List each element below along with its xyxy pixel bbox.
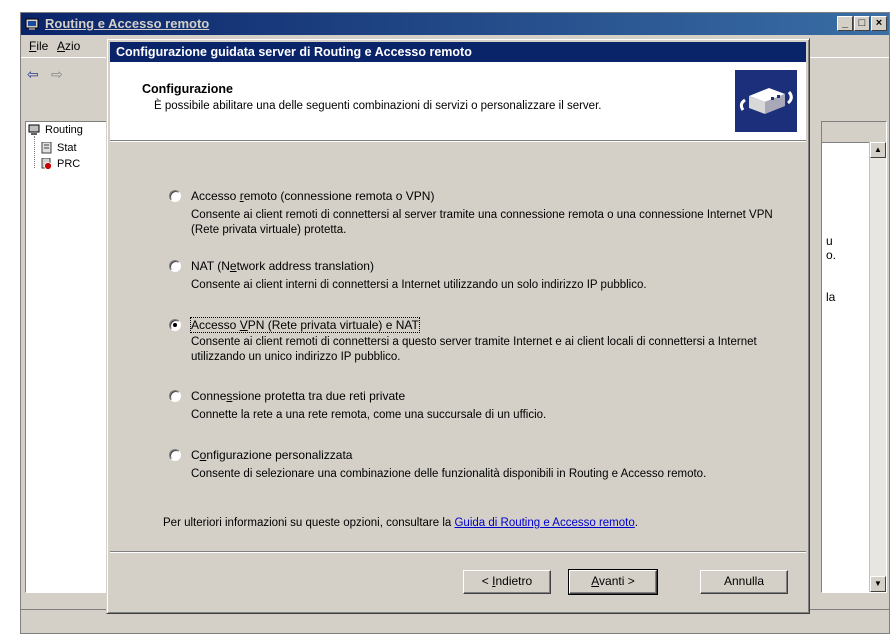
scroll-up-icon[interactable]: ▲ bbox=[870, 142, 886, 158]
vertical-scrollbar[interactable]: ▲ ▼ bbox=[869, 142, 886, 592]
option-description: Consente di selezionare una combinazione… bbox=[191, 468, 707, 480]
radio-selected-dot bbox=[173, 323, 177, 327]
option-description: Consente ai client remoti di connettersi… bbox=[191, 336, 757, 363]
forward-arrow-icon[interactable]: ⇨ bbox=[51, 66, 63, 83]
option-label[interactable]: Accesso remoto (connessione remota o VPN… bbox=[191, 189, 434, 203]
back-arrow-icon[interactable]: ⇦ bbox=[27, 66, 39, 83]
tree-item-server[interactable]: PRC bbox=[40, 158, 80, 170]
wizard-dialog: Configurazione guidata server di Routing… bbox=[106, 38, 810, 614]
radio-nat[interactable] bbox=[169, 260, 181, 272]
mmc-title-bar[interactable]: Routing e Accesso remoto _ □ × bbox=[21, 13, 889, 35]
details-header bbox=[822, 122, 886, 143]
routing-wizard-icon bbox=[735, 70, 797, 132]
server-down-icon bbox=[41, 158, 52, 170]
page-subtitle: È possibile abilitare una delle seguenti… bbox=[154, 100, 602, 112]
next-button[interactable]: Avanti > bbox=[568, 569, 658, 595]
radio-remote-access[interactable] bbox=[169, 190, 181, 202]
option-description: Connette la rete a una rete remota, come… bbox=[191, 409, 547, 421]
close-icon[interactable]: × bbox=[871, 16, 887, 31]
details-text-fragment: la bbox=[826, 290, 836, 304]
routing-console-icon bbox=[25, 18, 39, 30]
option-label[interactable]: Accesso VPN (Rete privata virtuale) e NA… bbox=[190, 317, 420, 333]
option-label[interactable]: Connessione protetta tra due reti privat… bbox=[191, 389, 405, 403]
tree-item-stato[interactable]: Stat bbox=[40, 142, 77, 154]
button-divider bbox=[110, 551, 806, 553]
menu-azione[interactable]: Azio bbox=[57, 39, 80, 53]
details-text-fragment: u bbox=[826, 234, 833, 248]
radio-custom-config[interactable] bbox=[169, 449, 181, 461]
option-description: Consente ai client remoti di connettersi… bbox=[191, 209, 773, 236]
page-title: Configurazione bbox=[142, 82, 233, 96]
server-computer-icon bbox=[28, 124, 40, 136]
menu-file[interactable]: File bbox=[29, 39, 48, 53]
option-description: Consente ai client interni di connetters… bbox=[191, 279, 647, 291]
back-button[interactable]: < Indietro bbox=[463, 570, 551, 594]
minimize-icon[interactable]: _ bbox=[837, 16, 853, 31]
wizard-header: Configurazione È possibile abilitare una… bbox=[110, 62, 806, 140]
help-note: Per ulteriori informazioni su queste opz… bbox=[163, 517, 638, 529]
details-text-fragment: o. bbox=[826, 248, 837, 262]
option-label[interactable]: Configurazione personalizzata bbox=[191, 448, 352, 462]
wizard-title-bar[interactable]: Configurazione guidata server di Routing… bbox=[110, 42, 806, 62]
cancel-button[interactable]: Annulla bbox=[700, 570, 788, 594]
help-link[interactable]: Guida di Routing e Accesso remoto bbox=[454, 517, 634, 529]
mmc-title-text: Routing e Accesso remoto bbox=[45, 16, 210, 31]
radio-vpn-nat[interactable] bbox=[169, 319, 181, 331]
details-pane: u o. la ▲ ▼ bbox=[821, 121, 887, 593]
tree-item-routing[interactable]: Routing bbox=[28, 124, 83, 136]
maximize-icon[interactable]: □ bbox=[854, 16, 870, 31]
scroll-down-icon[interactable]: ▼ bbox=[870, 576, 886, 592]
header-divider bbox=[110, 140, 806, 142]
option-label[interactable]: NAT (Network address translation) bbox=[191, 259, 374, 273]
radio-site-to-site[interactable] bbox=[169, 390, 181, 402]
server-status-icon bbox=[41, 142, 52, 154]
